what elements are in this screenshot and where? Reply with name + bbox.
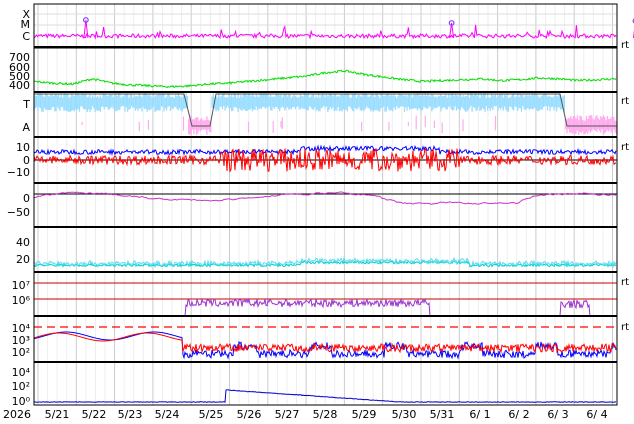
ytick-label: 10²: [12, 380, 30, 393]
date-label: 6/ 2: [508, 408, 529, 421]
ytick-label: 10⁰: [12, 395, 31, 408]
space-weather-chart: XMC700600500400TA100−100−50402010⁷10⁶10⁴…: [3, 3, 634, 421]
ytick-label: A: [22, 121, 30, 134]
date-label: 5/29: [352, 408, 377, 421]
date-label: 6/ 1: [469, 408, 490, 421]
ytick-label: 10⁷: [12, 279, 30, 292]
ytick-label: 0: [23, 192, 30, 205]
date-label: 5/31: [430, 408, 455, 421]
year-label: 2026: [3, 408, 31, 421]
ytick-label: 40: [16, 236, 30, 249]
date-label: 5/25: [199, 408, 224, 421]
date-label: 5/28: [313, 408, 338, 421]
ytick-label: T: [22, 98, 30, 111]
date-label: 5/27: [275, 408, 300, 421]
rt-marker: rt: [621, 277, 629, 288]
ytick-label: 20: [16, 253, 30, 266]
ytick-label: 10²: [12, 346, 30, 359]
date-label: 5/30: [392, 408, 417, 421]
date-label: 6/ 4: [586, 408, 607, 421]
ytick-label: 10⁶: [12, 294, 31, 307]
ytick-label: −10: [7, 166, 30, 179]
ytick-label: C: [22, 30, 30, 43]
ytick-label: 10: [16, 141, 30, 154]
date-label: 5/22: [82, 408, 107, 421]
rt-marker: rt: [621, 96, 629, 107]
rt-marker: rt: [621, 40, 629, 51]
ytick-label: 10⁴: [12, 366, 31, 379]
date-label: 6/ 3: [547, 408, 568, 421]
rt-marker: rt: [621, 142, 629, 153]
ytick-label: 400: [9, 79, 30, 92]
rt-marker: rt: [621, 322, 629, 333]
date-label: 5/24: [155, 408, 180, 421]
ytick-label: −50: [7, 206, 30, 219]
date-label: 5/23: [118, 408, 143, 421]
date-label: 5/26: [237, 408, 262, 421]
date-label: 5/21: [45, 408, 70, 421]
